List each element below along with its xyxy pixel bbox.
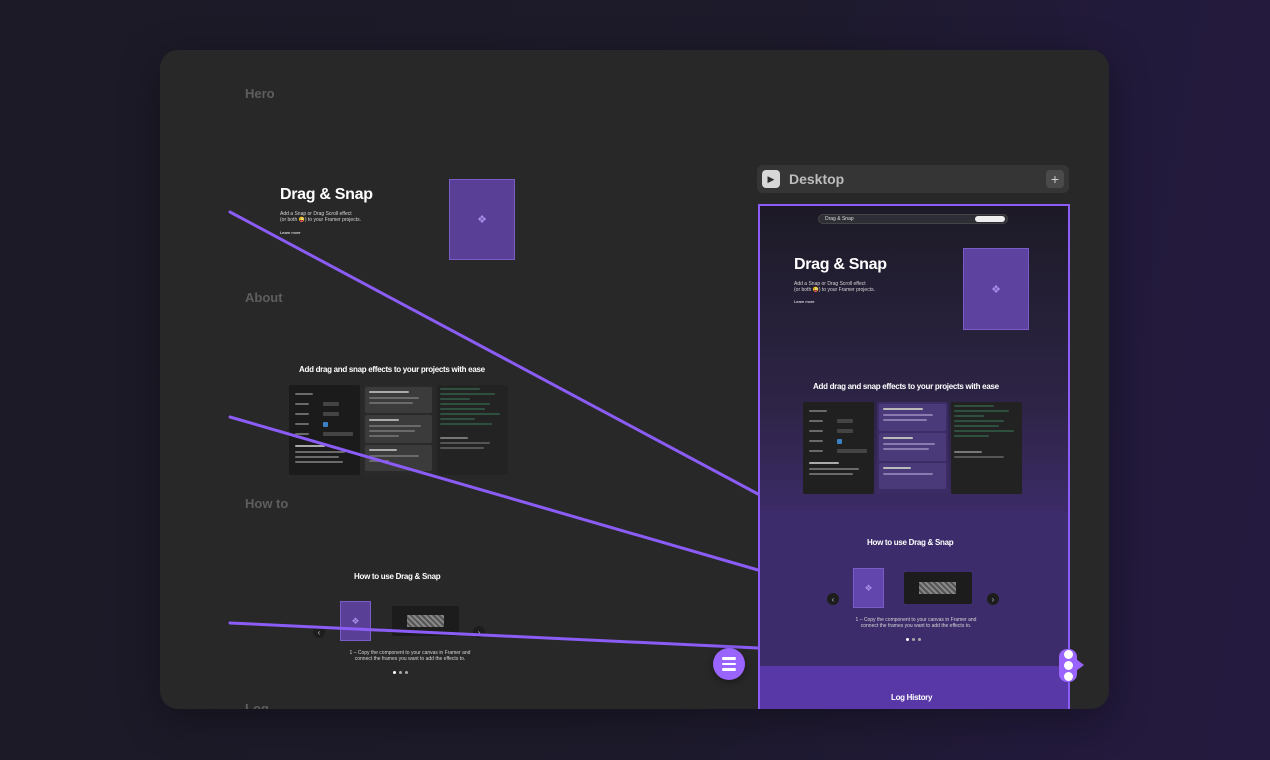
menu-icon[interactable] xyxy=(713,648,745,680)
connection-howto xyxy=(228,621,760,650)
connect-handle-icon[interactable] xyxy=(1059,649,1084,682)
framer-canvas[interactable]: Hero About How to Log Drag & Snap Add a … xyxy=(160,50,1109,709)
connection-hero xyxy=(228,210,760,496)
connection-about xyxy=(228,415,760,572)
connection-lines xyxy=(228,210,760,650)
